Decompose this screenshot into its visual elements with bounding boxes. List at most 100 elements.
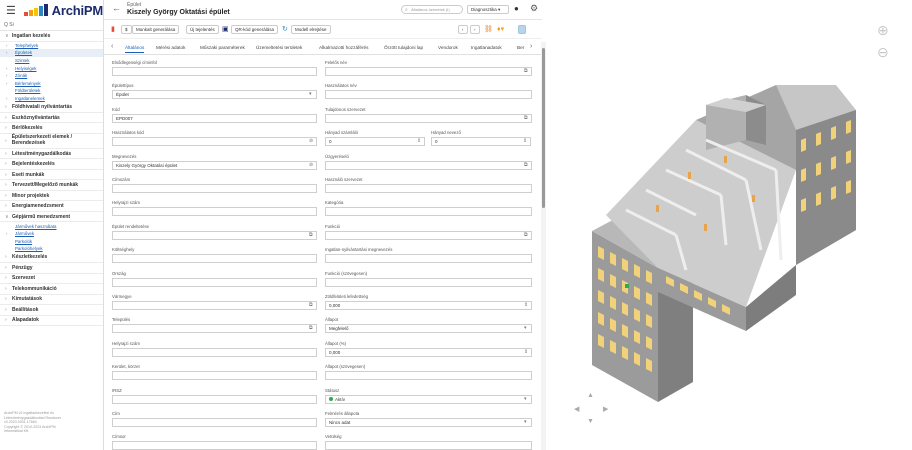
form-field[interactable]: Nincs adat <box>325 418 532 427</box>
sidebar-group[interactable]: › Pénzügy <box>0 263 103 274</box>
form-field[interactable] <box>325 160 532 170</box>
sidebar-item[interactable]: Földterületek <box>0 87 103 95</box>
form-field[interactable] <box>325 207 532 217</box>
clear-icon[interactable]: ⊘ <box>309 138 313 144</box>
lookup-icon[interactable]: ⧉ <box>309 302 313 308</box>
tab-item[interactable]: Mérési adatok <box>156 44 185 52</box>
form-field[interactable] <box>112 347 317 357</box>
form-field[interactable] <box>112 230 317 240</box>
sidebar-group[interactable]: › Épületszerkezeti elemek / Berendezések <box>0 134 103 149</box>
logo[interactable]: ArchiPM <box>23 3 103 18</box>
lookup-icon[interactable]: ⧉ <box>524 232 528 238</box>
scrollbar-thumb[interactable] <box>542 48 545 208</box>
dropdown-chevron-icon[interactable]: ▾ <box>309 91 312 97</box>
bell-icon[interactable]: ♦▾ <box>497 25 504 34</box>
sidebar-item[interactable]: › Zónák <box>0 72 103 80</box>
lookup-icon[interactable]: ⧉ <box>309 232 313 238</box>
tab-item[interactable]: Őrzött tulajdoni lap <box>384 44 423 52</box>
stepper-icon[interactable]: ⇕ <box>417 138 421 144</box>
stepper-icon[interactable]: ⇕ <box>524 349 528 355</box>
form-field[interactable]: Aktív <box>325 394 532 404</box>
sidebar-item[interactable]: › Bérlemények <box>0 79 103 87</box>
form-field[interactable]: Megfelelő <box>325 324 532 334</box>
form-field[interactable] <box>325 441 532 450</box>
form-field[interactable] <box>325 90 532 100</box>
sidebar-group[interactable]: › Létesítménygazdálkodás <box>0 149 103 160</box>
form-field[interactable] <box>325 277 532 287</box>
pan-left-arrow-icon[interactable]: ◀ <box>574 405 579 413</box>
form-field[interactable] <box>112 207 317 217</box>
pan-down-arrow-icon[interactable]: ▼ <box>587 418 594 425</box>
tab-prev-chevron-icon[interactable]: ‹ <box>111 43 113 50</box>
form-field[interactable] <box>112 394 317 404</box>
form-field[interactable] <box>112 301 317 310</box>
sidebar-group[interactable]: › Tervezett/Megelőző munkák <box>0 180 103 191</box>
save-icon[interactable]: ▣ <box>222 25 229 34</box>
form-field[interactable] <box>112 137 317 147</box>
sidebar-group[interactable]: ∨ Ingatlan kezelés <box>0 31 103 42</box>
form-field[interactable] <box>325 184 532 193</box>
sidebar-group[interactable]: › Eszköznyilvántartás <box>0 113 103 124</box>
sidebar-group[interactable]: › Bejelentéskezelés <box>0 159 103 170</box>
sidebar-item[interactable]: Parkolók <box>0 237 103 245</box>
dropdown-chevron-icon[interactable]: ▾ <box>524 396 527 402</box>
form-field[interactable] <box>325 371 532 381</box>
sidebar-item[interactable]: › Járművek <box>0 230 103 238</box>
menu-icon[interactable]: ☰ <box>6 4 18 17</box>
form-field[interactable] <box>112 371 317 381</box>
sidebar-item[interactable]: › Helyiségek <box>0 64 103 72</box>
model-viewer[interactable]: ⊕ ⊖ ▲ ◀ ▶ ▼ <box>546 0 912 450</box>
sidebar-group[interactable]: › Bérlőkezelés <box>0 123 103 134</box>
delete-icon[interactable]: ▮ <box>111 25 115 34</box>
form-field[interactable] <box>112 67 317 76</box>
view-select[interactable]: Diagnosztika ▾ <box>467 5 509 14</box>
sidebar-group[interactable]: ∨ Gépjármű menedzsment <box>0 212 103 223</box>
sidebar-group[interactable]: › Telekommunikáció <box>0 284 103 295</box>
form-field[interactable] <box>112 184 317 193</box>
pan-right-arrow-icon[interactable]: ▶ <box>603 405 608 413</box>
clear-icon[interactable]: ⊘ <box>309 162 313 168</box>
stepper-icon[interactable]: ⇕ <box>523 138 527 144</box>
user-icon[interactable]: ● <box>514 4 519 13</box>
form-field[interactable] <box>325 113 532 123</box>
breadcrumb[interactable]: Épület <box>127 2 141 8</box>
form-field[interactable]: 0,000 <box>325 347 532 357</box>
sidebar-group[interactable]: › Minor projektek <box>0 191 103 202</box>
dropdown-chevron-icon[interactable]: ▾ <box>524 419 527 425</box>
sidebar-item[interactable]: › Telephelyek <box>0 42 103 50</box>
form-field[interactable]: EPD007 <box>112 113 317 123</box>
lookup-icon[interactable]: ⧉ <box>309 325 313 331</box>
refresh-icon[interactable]: ↻ <box>282 25 288 34</box>
form-field[interactable] <box>112 441 317 450</box>
link-icon[interactable]: ⛓ <box>484 25 493 34</box>
form-field[interactable]: Épület <box>112 90 317 100</box>
money-icon[interactable]: $ <box>121 25 132 34</box>
tab-item[interactable]: Vendorok <box>438 44 458 52</box>
sidebar-group[interactable]: › Kimutatások <box>0 295 103 306</box>
lookup-icon[interactable]: ⧉ <box>524 162 528 168</box>
form-field[interactable]: 0 <box>325 137 425 147</box>
sidebar-group[interactable]: › Földhivatali nyilvántartás <box>0 102 103 113</box>
tab-item[interactable]: Alkalmazotti hozzáférés <box>319 44 369 52</box>
sidebar-item[interactable]: Szintek <box>0 57 103 65</box>
form-field[interactable]: 0 <box>431 137 531 147</box>
tab-item[interactable]: Műszaki paraméterek <box>200 44 245 52</box>
form-field[interactable]: 0,000 <box>325 301 532 310</box>
tab-item[interactable]: Üzemeltetési területek <box>256 44 302 52</box>
tab-item[interactable]: Általános <box>125 44 145 53</box>
next-record-button[interactable]: › <box>470 25 480 34</box>
form-field[interactable] <box>112 277 317 287</box>
qr-code-button[interactable]: QR-kód generálása <box>231 25 279 34</box>
sidebar-item[interactable]: › Ingatlanelemek <box>0 95 103 103</box>
lookup-icon[interactable]: ⧉ <box>524 115 528 121</box>
sidebar-group[interactable]: › Eseti munkák <box>0 170 103 181</box>
tab-next-chevron-icon[interactable]: › <box>530 43 532 50</box>
form-field[interactable] <box>112 254 317 264</box>
stepper-icon[interactable]: ⇕ <box>524 302 528 308</box>
message-search-input[interactable]: ⌕ Általános üzenetek (I) <box>401 5 463 14</box>
tab-item[interactable]: Ber <box>517 44 524 52</box>
sidebar-group[interactable]: › Készletkezelés <box>0 253 103 264</box>
hide-model-button[interactable]: Modell elrejtése <box>291 25 331 34</box>
form-field[interactable] <box>112 324 317 334</box>
layout-toggle-button[interactable] <box>518 25 526 34</box>
